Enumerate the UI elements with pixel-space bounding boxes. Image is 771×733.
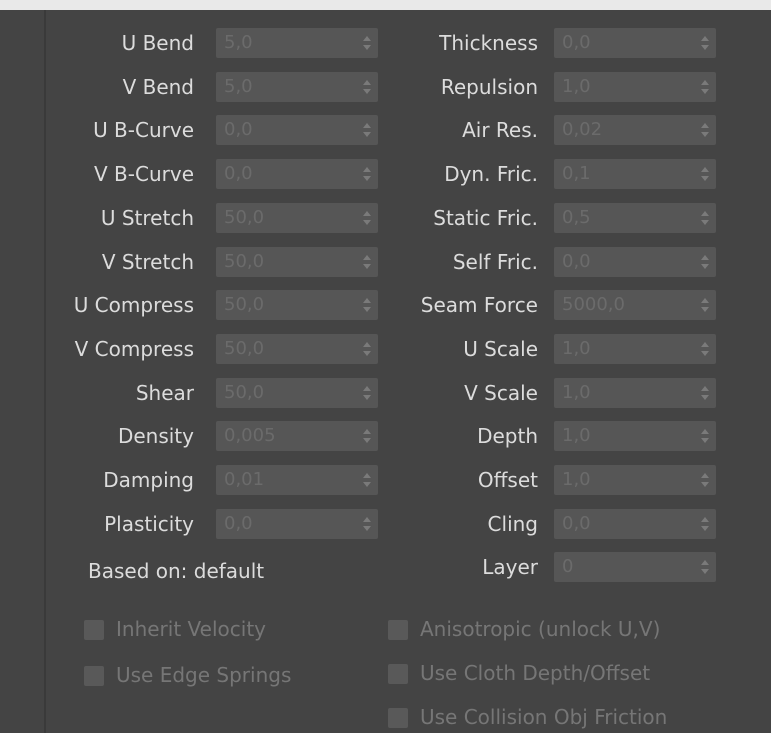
param-label: Air Res. [462,118,538,143]
param-row: V Scale 1,0 [46,377,771,408]
param-label: Dyn. Fric. [444,162,538,187]
param-value[interactable]: 1,0 [562,378,591,408]
spinner-arrows-icon[interactable] [700,340,710,358]
param-value[interactable]: 0,5 [562,203,591,233]
param-row: U Scale 1,0 [46,333,771,364]
param-label: Offset [477,468,538,492]
param-spinner[interactable]: 0,02 [554,115,716,146]
checkbox-icon[interactable] [84,620,104,640]
checkbox-label: Inherit Velocity [116,617,266,641]
param-spinner[interactable]: 0 [554,552,716,583]
spinner-arrows-icon[interactable] [700,165,710,183]
param-row: Depth 1,0 [46,421,771,452]
checkbox-row[interactable]: Use Cloth Depth/Offset [388,658,718,688]
checkbox-icon[interactable] [84,666,104,686]
param-label: U Scale [463,336,538,361]
param-label: Depth [477,424,538,449]
param-value[interactable]: 1,0 [562,72,591,102]
param-spinner[interactable]: 0,0 [554,246,716,277]
param-spinner[interactable]: 1,0 [554,465,716,495]
spinner-arrows-icon[interactable] [700,209,710,227]
checkbox-label: Use Edge Springs [116,663,292,687]
param-value[interactable]: 0,0 [562,247,591,277]
param-value[interactable]: 0,0 [562,28,591,58]
param-row: Dyn. Fric. 0,1 [46,159,771,190]
checkbox-label: Anisotropic (unlock U,V) [420,617,661,641]
param-spinner[interactable]: 0,0 [554,508,716,539]
param-row: Repulsion 1,0 [46,71,771,102]
param-label: Layer [482,555,538,580]
param-value[interactable]: 5000,0 [562,290,625,320]
param-label: Cling [487,511,538,536]
checkbox-row[interactable]: Anisotropic (unlock U,V) [388,614,718,644]
spinner-arrows-icon[interactable] [700,296,710,314]
checkbox-row[interactable]: Use Collision Obj Friction [388,702,718,732]
spinner-arrows-icon[interactable] [700,427,710,445]
param-row: Seam Force 5000,0 [46,290,771,321]
param-value[interactable]: 0,0 [562,509,591,539]
left-gutter [0,10,44,733]
param-row: Static Fric. 0,5 [46,202,771,233]
window-top-edge [0,0,771,10]
checkbox-icon[interactable] [388,708,408,728]
param-spinner[interactable]: 1,0 [554,333,716,364]
param-label: Repulsion [440,74,538,99]
param-spinner[interactable]: 1,0 [554,71,716,102]
param-label: Seam Force [420,293,538,318]
param-value[interactable]: 0 [562,552,573,582]
param-row: Air Res. 0,02 [46,115,771,146]
param-row: Thickness 0,0 [46,28,771,58]
param-label: V Scale [464,380,538,405]
checkbox-row[interactable]: Use Edge Springs [84,660,414,690]
spinner-arrows-icon[interactable] [700,253,710,271]
spinner-arrows-icon[interactable] [700,558,710,576]
based-on-label: Based on: default [88,559,265,583]
param-spinner[interactable]: 5000,0 [554,290,716,321]
param-label: Thickness [439,31,538,55]
param-spinner[interactable]: 0,5 [554,202,716,233]
param-label: Self Fric. [452,249,538,274]
checkbox-label: Use Cloth Depth/Offset [420,661,651,685]
param-row: Offset 1,0 [46,465,771,495]
spinner-arrows-icon[interactable] [700,121,710,139]
checkbox-icon[interactable] [388,620,408,640]
param-spinner[interactable]: 1,0 [554,377,716,408]
spinner-arrows-icon[interactable] [700,384,710,402]
checkbox-row[interactable]: Inherit Velocity [84,614,414,644]
param-row: Self Fric. 0,0 [46,246,771,277]
param-row: Cling 0,0 [46,508,771,539]
spinner-arrows-icon[interactable] [700,515,710,533]
spinner-arrows-icon[interactable] [700,471,710,489]
checkbox-label: Use Collision Obj Friction [420,705,668,729]
param-value[interactable]: 1,0 [562,421,591,451]
spinner-arrows-icon[interactable] [700,78,710,96]
param-spinner[interactable]: 1,0 [554,421,716,452]
param-spinner[interactable]: 0,1 [554,159,716,190]
param-value[interactable]: 0,1 [562,159,591,189]
param-value[interactable]: 1,0 [562,334,591,364]
param-spinner[interactable]: 0,0 [554,28,716,58]
spinner-arrows-icon[interactable] [700,34,710,52]
param-value[interactable]: 0,02 [562,115,602,145]
param-label: Static Fric. [433,205,538,230]
checkbox-icon[interactable] [388,664,408,684]
param-value[interactable]: 1,0 [562,465,591,495]
cloth-properties-panel: U Bend 5,0 V Bend 5,0 U B-Curve 0,0 V B-Curve 0… [46,10,771,733]
